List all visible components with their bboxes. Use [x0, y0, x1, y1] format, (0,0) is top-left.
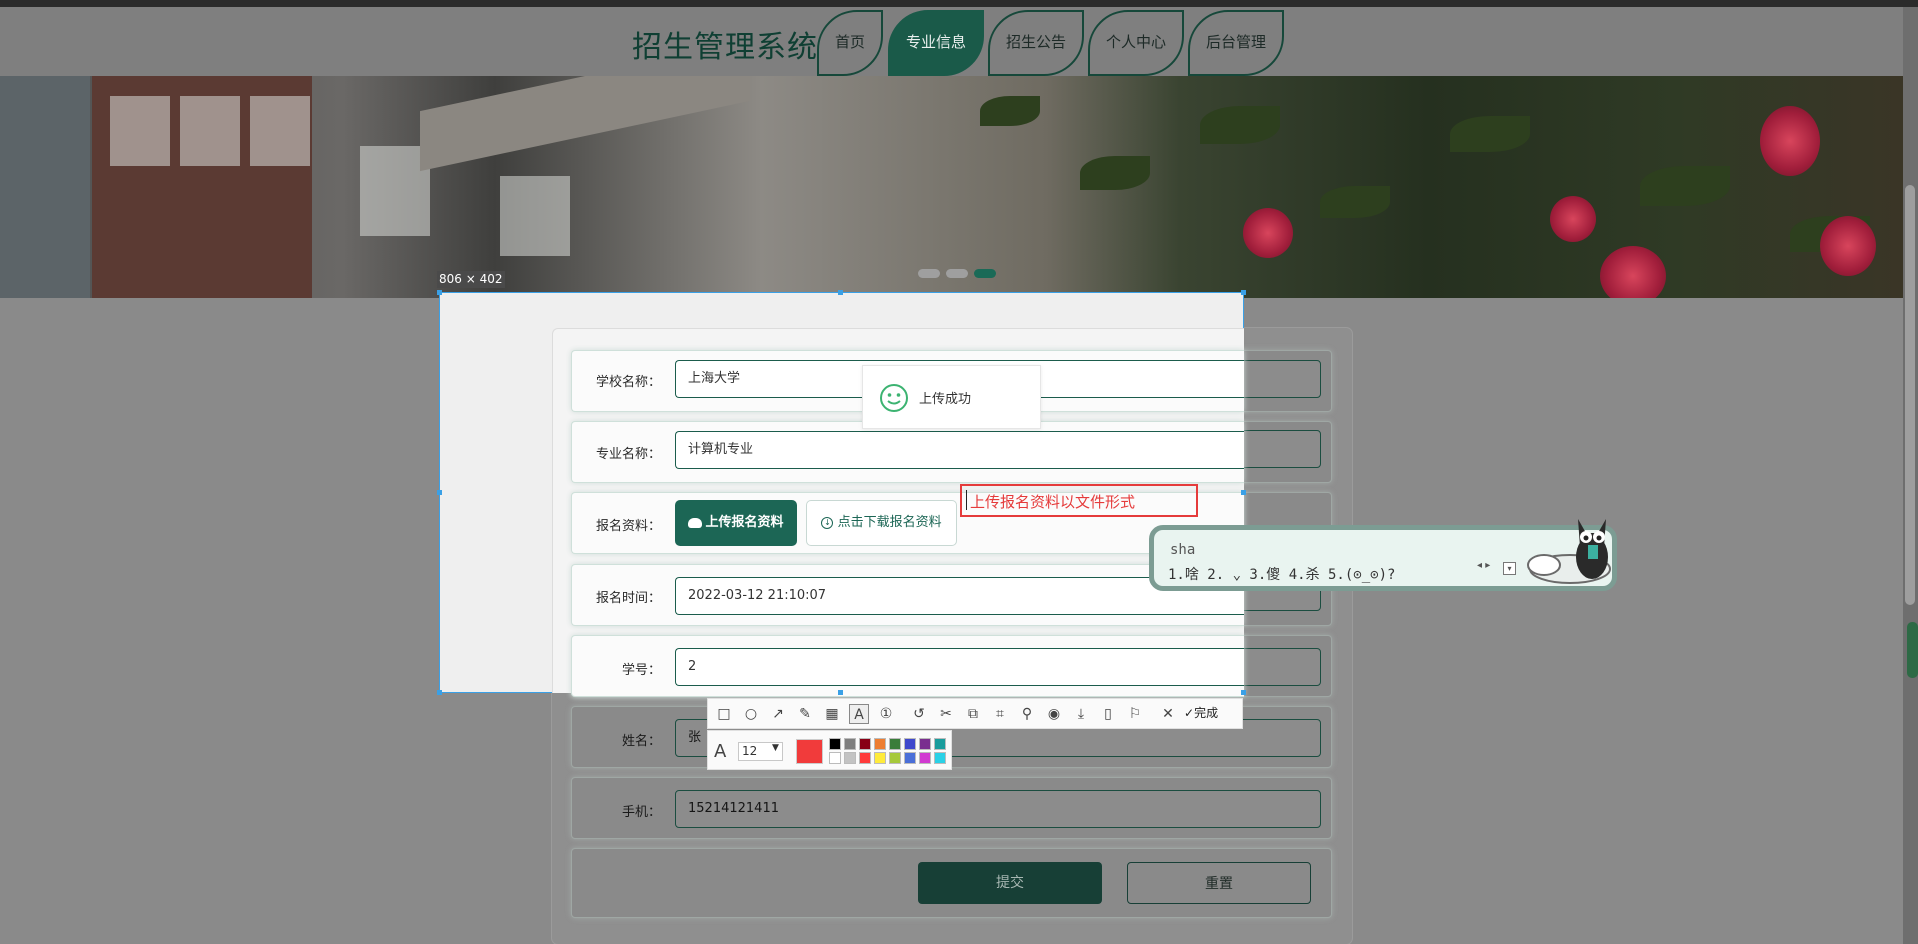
- reset-button[interactable]: 重置: [1127, 862, 1311, 904]
- pin-icon[interactable]: ⚲: [1017, 704, 1037, 724]
- download-material-label: 点击下载报名资料: [837, 515, 942, 530]
- done-button[interactable]: ✓完成: [1184, 704, 1218, 721]
- translate-icon[interactable]: ⧉: [963, 704, 983, 724]
- submit-button[interactable]: 提交: [918, 862, 1102, 904]
- upload-material-label: 上传报名资料: [705, 515, 784, 530]
- resize-handle[interactable]: [437, 490, 442, 495]
- color-swatch[interactable]: [829, 752, 841, 764]
- material-label: 报名资料：: [595, 519, 661, 534]
- top-strip: [0, 0, 1918, 7]
- carousel-dot[interactable]: [918, 269, 940, 278]
- screenshot-toolbar: □ ○ ↗ ✎ ▦ A ① ↺ ✂ ⧉ ⌗ ⚲ ◉ ⤓ ▯ ⚐ ✕ ✓完成: [707, 698, 1243, 729]
- chevron-down-icon[interactable]: ▼: [772, 743, 779, 753]
- carousel-dot[interactable]: [946, 269, 968, 278]
- color-swatch[interactable]: [844, 752, 856, 764]
- major-input[interactable]: 计算机专业: [675, 431, 1244, 469]
- ellipse-icon[interactable]: ○: [741, 704, 761, 724]
- ime-candidates[interactable]: 1.啥 2. ⌄ 3.傻 4.杀 5.(⊙_⊙)?: [1168, 564, 1395, 584]
- font-icon: A: [714, 741, 727, 762]
- toast-text: 上传成功: [919, 392, 972, 407]
- color-swatch[interactable]: [934, 738, 946, 750]
- selection-size-label: 806 × 402: [437, 271, 505, 288]
- done-label: 完成: [1194, 706, 1219, 720]
- color-swatch[interactable]: [904, 738, 916, 750]
- color-swatch[interactable]: [859, 752, 871, 764]
- resize-handle[interactable]: [1241, 290, 1246, 295]
- resize-handle[interactable]: [838, 690, 843, 695]
- resize-handle[interactable]: [838, 290, 843, 295]
- color-swatch[interactable]: [874, 752, 886, 764]
- color-swatch[interactable]: [904, 752, 916, 764]
- resize-handle[interactable]: [1241, 690, 1246, 695]
- cloud-upload-icon: [688, 517, 703, 528]
- banner-carousel[interactable]: [0, 76, 1903, 298]
- annotation-text-box[interactable]: 上传报名资料以文件形式: [960, 484, 1198, 517]
- site-title: 招生管理系统: [632, 30, 818, 65]
- current-color-swatch[interactable]: [796, 739, 823, 764]
- color-swatch[interactable]: [919, 752, 931, 764]
- long-screenshot-icon[interactable]: ▯: [1098, 704, 1118, 724]
- name-label: 姓名：: [621, 734, 661, 749]
- ocr-icon[interactable]: ⌗: [990, 704, 1010, 724]
- number-icon[interactable]: ①: [876, 704, 896, 724]
- color-swatch[interactable]: [919, 738, 931, 750]
- school-label: 学校名称：: [595, 375, 661, 390]
- ime-expand-icon[interactable]: ▾: [1503, 562, 1516, 575]
- color-swatch[interactable]: [844, 738, 856, 750]
- nav-tab-announcement[interactable]: 招生公告: [988, 10, 1084, 76]
- floating-widget[interactable]: [1907, 622, 1918, 678]
- carousel-dots: [918, 269, 996, 278]
- arrow-icon[interactable]: ↗: [768, 704, 788, 724]
- cut-icon[interactable]: ✂: [936, 704, 956, 724]
- nav-tab-personal-center[interactable]: 个人中心: [1088, 10, 1184, 76]
- smile-icon: [880, 384, 908, 412]
- text-style-bar: A 12 ▼: [707, 730, 952, 770]
- time-label: 报名时间：: [595, 591, 661, 606]
- undo-icon[interactable]: ↺: [909, 704, 929, 724]
- color-swatch[interactable]: [889, 752, 901, 764]
- phone-input[interactable]: 15214121411: [675, 790, 1321, 828]
- upload-success-toast: 上传成功: [862, 365, 1041, 429]
- scrollbar-thumb[interactable]: [1905, 185, 1915, 605]
- rectangle-icon[interactable]: □: [714, 704, 734, 724]
- ime-prev-next-icon[interactable]: ◂ ▸: [1477, 560, 1490, 571]
- upload-material-button[interactable]: 上传报名资料: [675, 500, 797, 546]
- bookmark-icon[interactable]: ⚐: [1125, 704, 1145, 724]
- phone-label: 手机：: [621, 805, 661, 820]
- color-swatch[interactable]: [889, 738, 901, 750]
- text-icon[interactable]: A: [849, 704, 869, 724]
- download-circle-icon: ↓: [821, 516, 834, 529]
- color-swatch[interactable]: [934, 752, 946, 764]
- resize-handle[interactable]: [437, 690, 442, 695]
- resize-handle[interactable]: [1241, 490, 1246, 495]
- close-icon[interactable]: ✕: [1158, 704, 1178, 724]
- download-material-button[interactable]: ↓ 点击下载报名资料: [806, 500, 957, 546]
- text-caret: [966, 490, 967, 510]
- nav-tab-admin[interactable]: 后台管理: [1188, 10, 1284, 76]
- color-swatch[interactable]: [829, 738, 841, 750]
- record-icon[interactable]: ◉: [1044, 704, 1064, 724]
- student-id-label: 学号：: [621, 663, 661, 678]
- mosaic-icon[interactable]: ▦: [822, 704, 842, 724]
- ime-composition: sha: [1170, 542, 1196, 558]
- annotation-text[interactable]: 上传报名资料以文件形式: [970, 491, 1135, 512]
- pencil-icon[interactable]: ✎: [795, 704, 815, 724]
- resize-handle[interactable]: [437, 290, 442, 295]
- major-label: 专业名称：: [595, 447, 661, 462]
- download-icon[interactable]: ⤓: [1071, 704, 1091, 724]
- color-swatch[interactable]: [874, 738, 886, 750]
- nav-tab-major-info[interactable]: 专业信息: [888, 10, 984, 76]
- student-id-input[interactable]: 2: [675, 648, 1244, 686]
- carousel-dot-active[interactable]: [974, 269, 996, 278]
- check-icon: ✓: [1184, 706, 1195, 720]
- color-swatch[interactable]: [859, 738, 871, 750]
- ime-mascot-icon: [1527, 519, 1611, 584]
